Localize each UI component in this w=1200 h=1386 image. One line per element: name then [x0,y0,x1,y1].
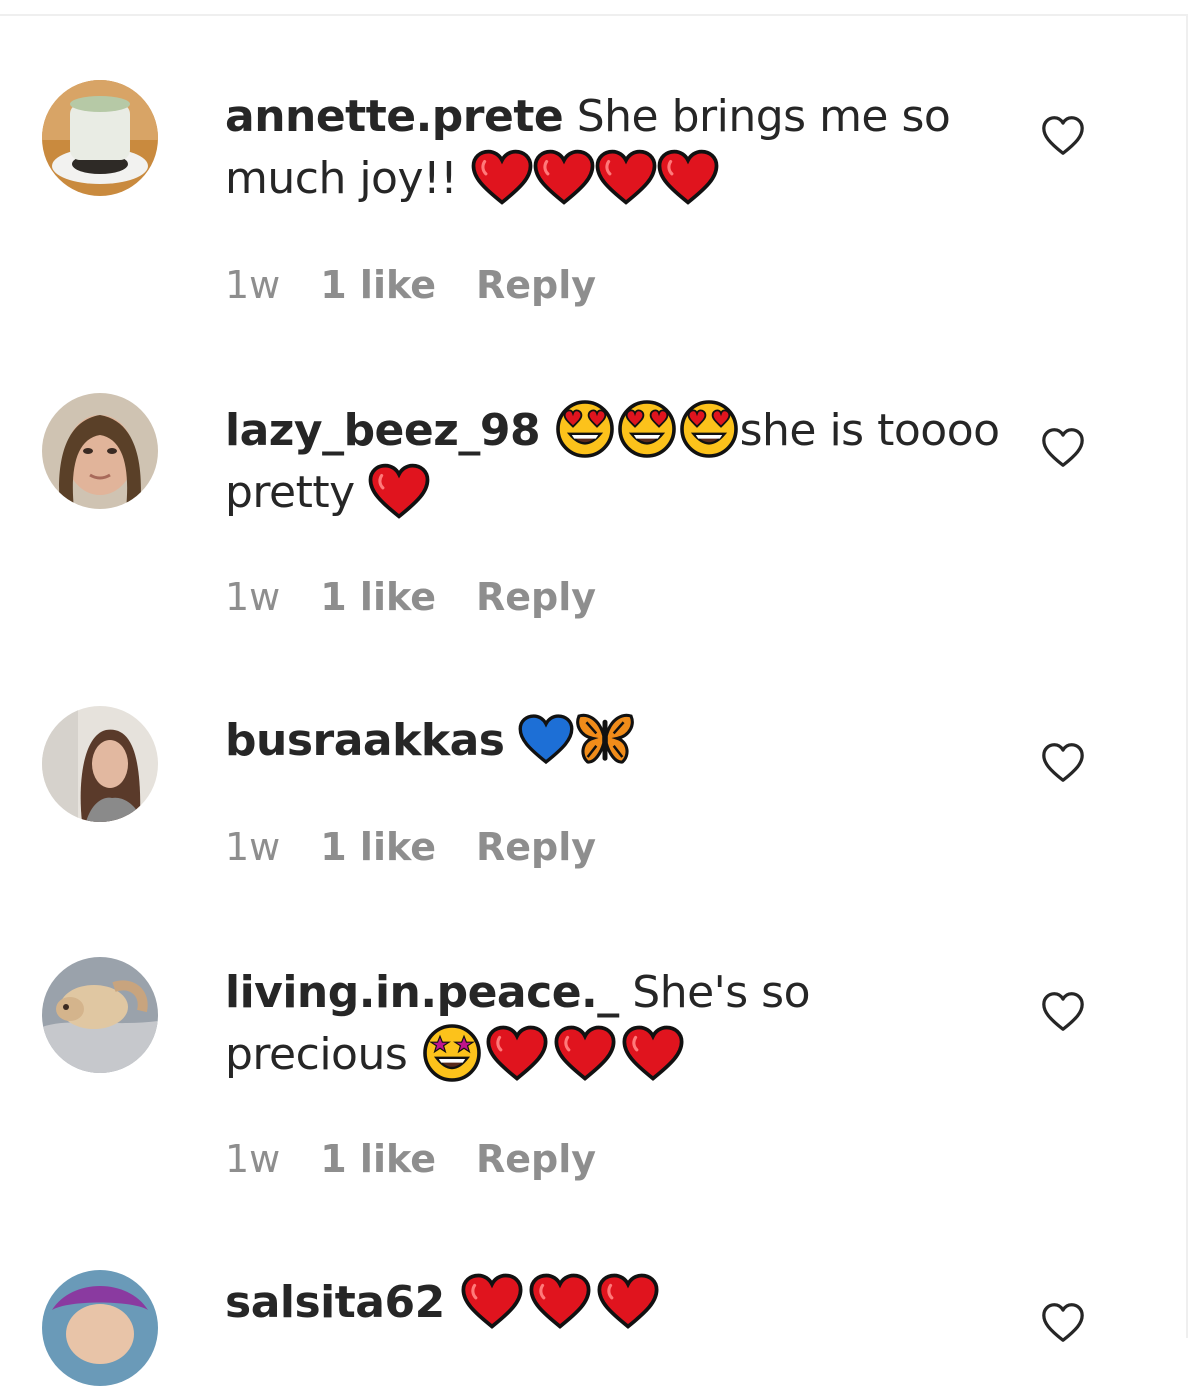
avatar-image [42,706,158,822]
comment-meta: 1w 1 like Reply [225,822,636,872]
like-heart-icon[interactable] [1040,425,1086,471]
likes-count-button[interactable]: 1 like [320,822,436,872]
red-heart-emoji-icon [619,1025,687,1081]
likes-count-button[interactable]: 1 like [320,1134,436,1184]
red-heart-emoji-icon [526,1273,594,1329]
username-link[interactable]: salsita62 [225,1277,445,1328]
comment-meta: 1w 1 like Reply [225,1134,636,1184]
red-heart-emoji-icon [483,1025,551,1081]
avatar[interactable] [42,80,158,196]
avatar-image [42,80,158,196]
red-heart-emoji-icon [594,1273,662,1329]
red-heart-emoji-icon [458,1273,526,1329]
likes-count-button[interactable]: 1 like [320,572,436,622]
red-heart-emoji-icon [533,149,595,205]
scrollbar-track[interactable] [1186,14,1188,1338]
username-link[interactable]: annette.prete [225,91,564,142]
avatar[interactable] [42,393,158,509]
reply-button[interactable]: Reply [476,1134,596,1184]
heart-eyes-emoji-icon [678,399,740,459]
like-heart-icon[interactable] [1040,989,1086,1035]
top-divider [0,14,1188,16]
comment-body: salsita62 [225,1272,1005,1334]
comment-meta: 1w 1 like Reply [225,260,636,310]
comment-body: busraakkas [225,710,1005,772]
comment-body: living.in.peace._ She's so precious [225,962,1005,1086]
blue-heart-emoji-icon [518,713,574,765]
red-heart-emoji-icon [657,149,719,205]
avatar[interactable] [42,1270,158,1386]
avatar[interactable] [42,957,158,1073]
like-heart-icon[interactable] [1040,113,1086,159]
username-link[interactable]: lazy_beez_98 [225,405,541,456]
avatar-image [42,393,158,509]
like-heart-icon[interactable] [1040,1300,1086,1346]
comment-body: annette.prete She brings me so much joy!… [225,86,1005,210]
red-heart-emoji-icon [551,1025,619,1081]
username-link[interactable]: living.in.peace._ [225,967,619,1018]
comment-meta: 1w 1 like Reply [225,572,636,622]
red-heart-emoji-icon [595,149,657,205]
comment-time[interactable]: 1w [225,1134,280,1184]
avatar-image [42,957,158,1073]
username-link[interactable]: busraakkas [225,715,505,766]
comment-body: lazy_beez_98 she is toooo pretty [225,400,1005,524]
red-heart-emoji-icon [368,463,430,519]
comment-time[interactable]: 1w [225,260,280,310]
like-heart-icon[interactable] [1040,740,1086,786]
comment-time[interactable]: 1w [225,572,280,622]
reply-button[interactable]: Reply [476,572,596,622]
butterfly-emoji-icon [574,711,636,767]
avatar-image [42,1270,158,1386]
reply-button[interactable]: Reply [476,822,596,872]
heart-eyes-emoji-icon [554,399,616,459]
heart-eyes-emoji-icon [616,399,678,459]
red-heart-emoji-icon [471,149,533,205]
likes-count-button[interactable]: 1 like [320,260,436,310]
comment-time[interactable]: 1w [225,822,280,872]
star-struck-emoji-icon [421,1023,483,1083]
avatar[interactable] [42,706,158,822]
reply-button[interactable]: Reply [476,260,596,310]
